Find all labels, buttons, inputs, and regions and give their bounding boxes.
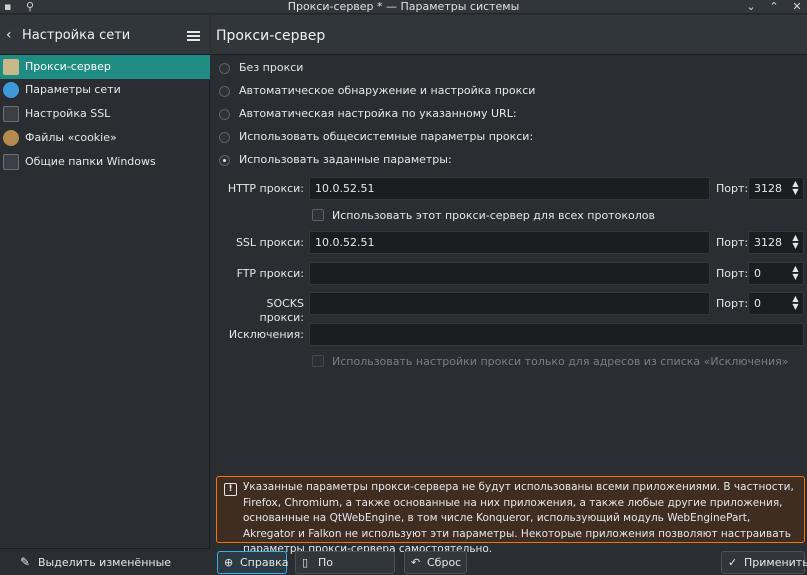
help-button-label: Справка xyxy=(240,556,289,569)
exceptions-input[interactable] xyxy=(309,323,804,346)
document-icon: ▯ xyxy=(302,556,309,569)
exceptions-only-checkbox[interactable] xyxy=(312,355,324,367)
globe-icon xyxy=(3,82,19,98)
apply-button[interactable]: ✓ Применить xyxy=(721,551,807,574)
ssl-port-stepper[interactable]: 3128 ▲ ▼ xyxy=(748,231,804,254)
ftp-port-stepper[interactable]: 0 ▲ ▼ xyxy=(748,262,804,285)
spin-arrows-icon[interactable]: ▲ ▼ xyxy=(791,234,800,250)
option-label: Автоматическое обнаружение и настройка п… xyxy=(239,84,536,97)
spin-arrows-icon[interactable]: ▲ ▼ xyxy=(791,265,800,281)
exceptions-label: Исключения: xyxy=(228,328,304,341)
pencil-icon: ✎ xyxy=(20,555,31,569)
radio-auto-detect[interactable] xyxy=(219,86,230,97)
hamburger-menu-icon[interactable] xyxy=(187,31,200,41)
close-icon[interactable]: ✕ xyxy=(789,0,805,14)
radio-system-proxy[interactable] xyxy=(219,132,230,143)
socks-port-value: 0 xyxy=(754,297,761,310)
chevron-down-icon[interactable]: ⌄ xyxy=(743,0,759,14)
chevron-up-icon[interactable]: ⌃ xyxy=(766,0,782,14)
defaults-button-label: По умолчанию xyxy=(318,556,334,569)
page-title: Прокси-сервер xyxy=(216,28,326,44)
exceptions-only-label: Использовать настройки прокси только для… xyxy=(332,355,789,368)
sidebar-item-label: Файлы «cookie» xyxy=(25,131,117,144)
radio-auto-url[interactable] xyxy=(219,109,230,120)
spin-arrows-icon[interactable]: ▲ ▼ xyxy=(791,295,800,311)
http-proxy-label: HTTP прокси: xyxy=(227,182,304,195)
warning-icon: ! xyxy=(224,483,237,496)
use-all-protocols-checkbox[interactable] xyxy=(312,209,324,221)
apply-button-label: Применить xyxy=(744,556,807,569)
ssl-proxy-input[interactable]: 10.0.52.51 xyxy=(309,231,710,254)
http-proxy-input[interactable]: 10.0.52.51 xyxy=(309,177,710,200)
undo-icon: ↶ xyxy=(411,556,421,569)
proxy-icon xyxy=(3,59,19,75)
cookie-icon xyxy=(3,130,19,146)
use-all-protocols-label: Использовать этот прокси-сервер для всех… xyxy=(332,209,655,222)
warning-text: Указанные параметры прокси-сервера не бу… xyxy=(243,481,794,555)
ftp-port-label: Порт: xyxy=(716,267,749,280)
checkmark-icon: ✓ xyxy=(728,556,738,569)
sidebar-item-cookies[interactable]: Файлы «cookie» xyxy=(0,126,210,150)
socks-proxy-label: SOCKS прокси: xyxy=(259,297,304,324)
radio-no-proxy[interactable] xyxy=(219,63,230,74)
help-icon: ⊕ xyxy=(224,556,234,569)
ssl-port-label: Порт: xyxy=(716,236,749,249)
back-arrow-icon[interactable]: ‹ xyxy=(6,27,12,43)
help-button[interactable]: ⊕ Справка xyxy=(217,551,289,574)
ftp-proxy-label: FTP прокси: xyxy=(236,267,304,280)
spin-arrows-icon[interactable]: ▲ ▼ xyxy=(791,180,800,196)
http-port-value: 3128 xyxy=(754,182,782,195)
sidebar-item-label: Параметры сети xyxy=(25,83,121,96)
highlight-changed-button[interactable]: Выделить изменённые пункты xyxy=(0,548,210,575)
ssl-proxy-label: SSL прокси: xyxy=(235,236,304,249)
http-port-label: Порт: xyxy=(716,182,749,195)
sidebar-item-ssl[interactable]: Настройка SSL xyxy=(0,102,210,126)
socks-proxy-input[interactable] xyxy=(309,292,710,315)
option-label: Автоматическая настройка по указанному U… xyxy=(239,107,517,120)
windows-share-icon xyxy=(3,154,19,170)
ssl-port-value: 3128 xyxy=(754,236,782,249)
sidebar-item-label: Прокси-сервер xyxy=(25,60,111,73)
window-title: Прокси-сервер * — Параметры системы xyxy=(287,0,520,13)
ftp-proxy-input[interactable] xyxy=(309,262,710,285)
ftp-port-value: 0 xyxy=(754,267,761,280)
sidebar-title: Настройка сети xyxy=(22,28,131,43)
option-label: Без прокси xyxy=(239,61,304,74)
option-label: Использовать заданные параметры: xyxy=(239,153,452,166)
http-port-stepper[interactable]: 3128 ▲ ▼ xyxy=(748,177,804,200)
sidebar-item-windows-shares[interactable]: Общие папки Windows xyxy=(0,150,210,174)
socks-port-stepper[interactable]: 0 ▲ ▼ xyxy=(748,292,804,315)
socks-port-label: Порт: xyxy=(716,297,749,310)
sidebar-item-network[interactable]: Параметры сети xyxy=(0,78,210,102)
reset-button[interactable]: ↶ Сброс xyxy=(404,551,467,574)
reset-button-label: Сброс xyxy=(427,556,462,569)
defaults-button[interactable]: ▯ По умолчанию xyxy=(295,551,395,574)
ssl-icon xyxy=(3,106,19,122)
sidebar-item-label: Общие папки Windows xyxy=(25,155,156,168)
sidebar-item-label: Настройка SSL xyxy=(25,107,111,120)
option-label: Использовать общесистемные параметры про… xyxy=(239,130,534,143)
radio-manual-proxy[interactable] xyxy=(219,155,230,166)
sidebar-item-proxy[interactable]: Прокси-сервер xyxy=(0,55,210,79)
